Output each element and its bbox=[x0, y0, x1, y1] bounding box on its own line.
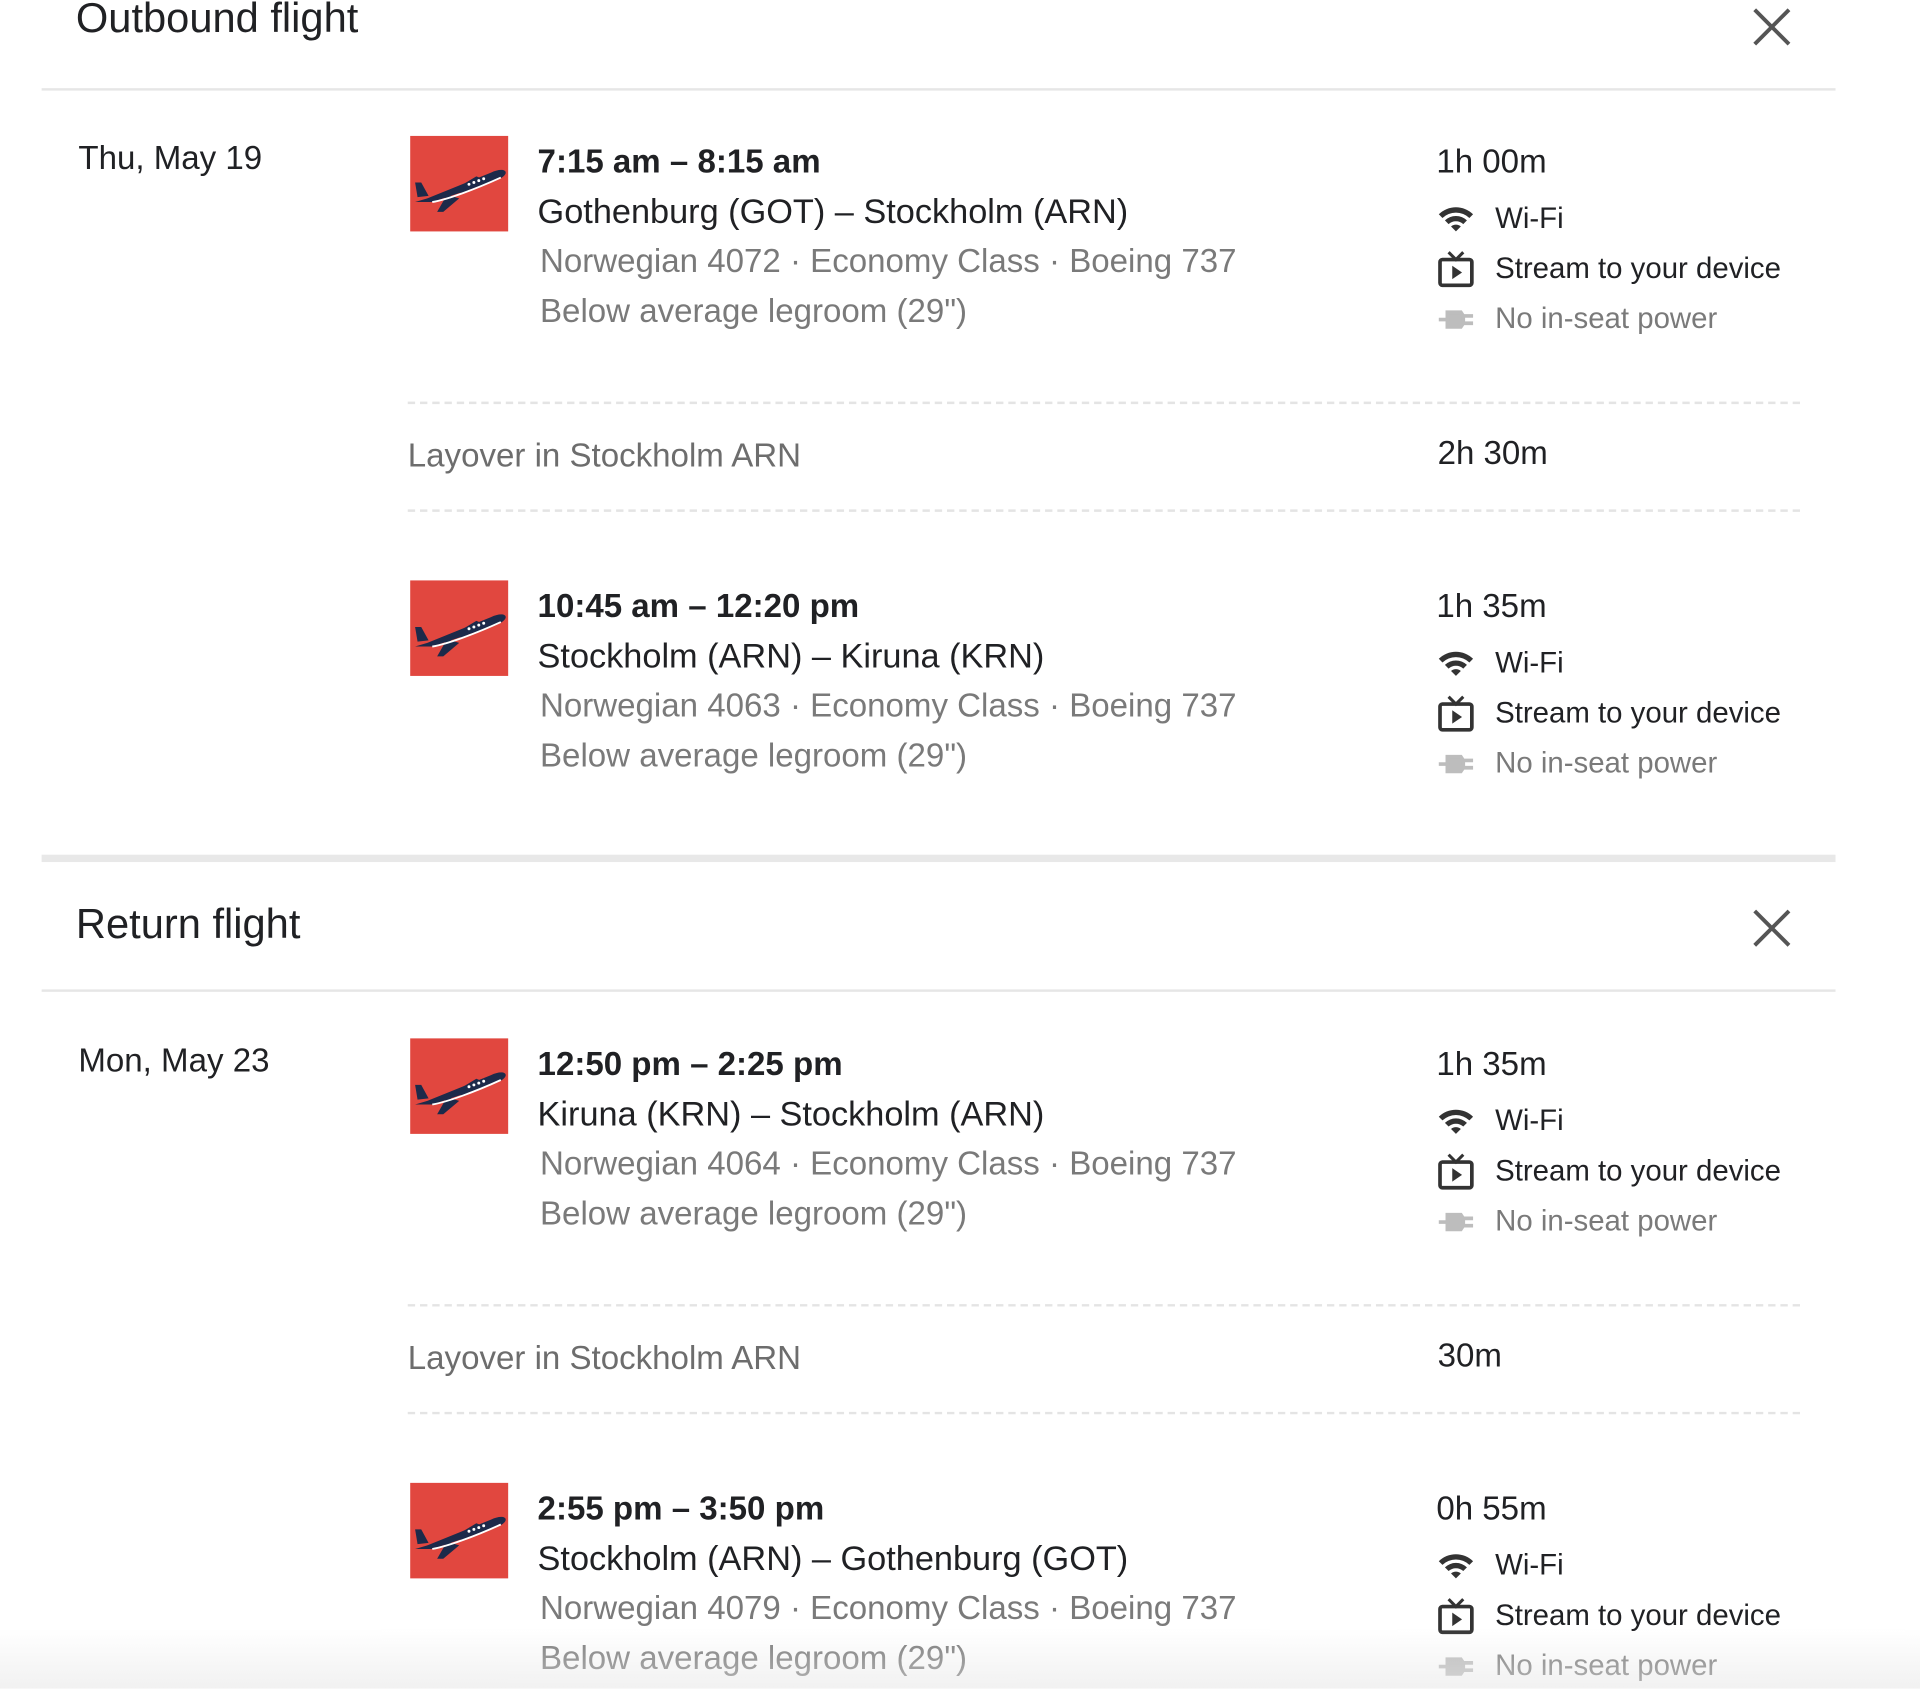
wifi-icon bbox=[1438, 1109, 1474, 1134]
layover-label: Layover in Stockholm ARN bbox=[407, 1339, 801, 1377]
outbound-date: Thu, May 19 bbox=[78, 139, 263, 177]
flight-leg: 12:50 pm – 2:25 pm Kiruna (KRN) – Stockh… bbox=[410, 1038, 1830, 1258]
flight-duration: 1h 00m bbox=[1436, 143, 1547, 181]
flight-times: 10:45 am – 12:20 pm bbox=[537, 587, 860, 625]
header-divider bbox=[41, 88, 1836, 91]
flight-leg: 10:45 am – 12:20 pm Stockholm (ARN) – Ki… bbox=[410, 580, 1830, 800]
power-plug-icon bbox=[1438, 754, 1474, 774]
outbound-flight-title: Outbound flight bbox=[75, 0, 359, 42]
airplane-logo-icon bbox=[415, 169, 506, 212]
layover-divider bbox=[407, 401, 1801, 405]
flight-details: Norwegian 4079 · Economy Class · Boeing … bbox=[540, 1589, 1237, 1627]
airplane-logo-icon bbox=[415, 1516, 506, 1559]
flight-duration: 1h 35m bbox=[1436, 1045, 1547, 1083]
tv-stream-icon bbox=[1438, 1153, 1474, 1190]
wifi-icon bbox=[1438, 651, 1474, 676]
flight-times: 2:55 pm – 3:50 pm bbox=[537, 1490, 825, 1527]
return-date: Mon, May 23 bbox=[78, 1042, 270, 1079]
flight-route: Stockholm (ARN) – Kiruna (KRN) bbox=[537, 636, 1045, 675]
layover-duration: 30m bbox=[1437, 1337, 1502, 1374]
wifi-icon bbox=[1438, 1554, 1474, 1579]
layover-label: Layover in Stockholm ARN bbox=[407, 437, 801, 474]
close-return-button[interactable] bbox=[1747, 904, 1796, 953]
layover-divider bbox=[407, 1304, 1801, 1307]
legroom-info: Below average legroom (29") bbox=[540, 292, 968, 330]
close-icon bbox=[1753, 8, 1791, 46]
airplane-logo-icon bbox=[415, 614, 506, 657]
section-divider bbox=[41, 854, 1836, 863]
legroom-info: Below average legroom (29") bbox=[540, 1639, 968, 1677]
flight-times: 12:50 pm – 2:25 pm bbox=[537, 1045, 843, 1083]
flight-duration: 0h 55m bbox=[1436, 1490, 1547, 1527]
close-outbound-button[interactable] bbox=[1747, 2, 1796, 51]
flight-leg: 7:15 am – 8:15 am Gothenburg (GOT) – Sto… bbox=[410, 135, 1830, 356]
flight-route: Gothenburg (GOT) – Stockholm (ARN) bbox=[537, 192, 1129, 231]
airline-logo bbox=[410, 1038, 509, 1134]
power-plug-icon bbox=[1438, 1212, 1474, 1232]
close-icon bbox=[1753, 909, 1791, 947]
legroom-info: Below average legroom (29") bbox=[540, 1195, 968, 1232]
flight-details-panel: Outbound flight Thu, May 19 7:15 am – 8:… bbox=[0, 0, 1920, 1689]
layover-divider bbox=[407, 1411, 1801, 1415]
tv-stream-icon bbox=[1438, 251, 1474, 288]
flight-route: Stockholm (ARN) – Gothenburg (GOT) bbox=[537, 1539, 1129, 1578]
flight-details: Norwegian 4063 · Economy Class · Boeing … bbox=[540, 686, 1237, 724]
tv-stream-icon bbox=[1438, 695, 1474, 732]
layover-divider bbox=[407, 509, 1801, 512]
wifi-icon bbox=[1438, 207, 1474, 232]
tv-stream-icon bbox=[1438, 1598, 1474, 1635]
flight-duration: 1h 35m bbox=[1436, 587, 1547, 625]
flight-leg: 2:55 pm – 3:50 pm Stockholm (ARN) – Goth… bbox=[410, 1482, 1830, 1703]
airline-logo bbox=[410, 1482, 509, 1579]
flight-details: Norwegian 4072 · Economy Class · Boeing … bbox=[540, 242, 1237, 280]
airline-logo bbox=[410, 135, 509, 232]
layover-duration: 2h 30m bbox=[1437, 434, 1548, 472]
header-divider bbox=[41, 989, 1836, 992]
flight-times: 7:15 am – 8:15 am bbox=[537, 143, 821, 181]
legroom-info: Below average legroom (29") bbox=[540, 737, 968, 774]
flight-route: Kiruna (KRN) – Stockholm (ARN) bbox=[537, 1094, 1045, 1133]
airplane-logo-icon bbox=[415, 1072, 506, 1115]
return-flight-title: Return flight bbox=[75, 901, 301, 948]
power-plug-icon bbox=[1438, 310, 1474, 329]
power-plug-icon bbox=[1438, 1657, 1474, 1676]
airline-logo bbox=[410, 580, 509, 676]
flight-details: Norwegian 4064 · Economy Class · Boeing … bbox=[540, 1144, 1237, 1182]
